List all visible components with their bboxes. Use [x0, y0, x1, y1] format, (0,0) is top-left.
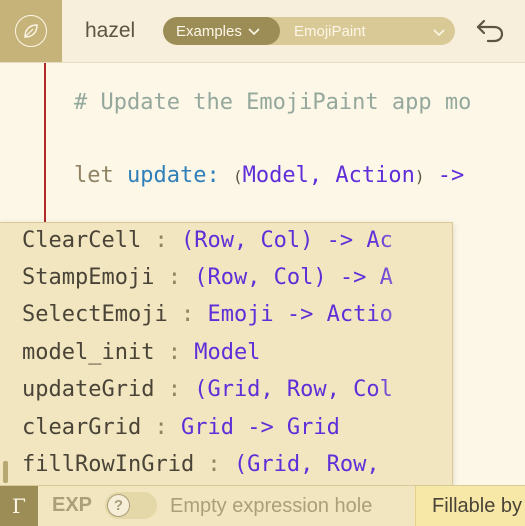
suggestion-colon: : [194, 451, 234, 477]
paren-open: ( [232, 167, 243, 186]
suggestion-type: (Row, Col) -> A [194, 264, 393, 290]
status-message: Empty expression hole [170, 495, 373, 517]
examples-button[interactable]: Examples [163, 17, 280, 45]
suggestion-name: updateGrid [22, 376, 155, 402]
suggestion-dropdown[interactable]: ClearCell : (Row, Col) -> Ac StampEmoji … [0, 222, 453, 486]
suggestion-type: Emoji -> Actio [207, 301, 393, 327]
paren-close: ) [414, 167, 425, 186]
suggestion-type: (Grid, Row, [233, 451, 380, 477]
type-arrow: -> [424, 163, 465, 188]
fillable-panel: Fillable by [415, 486, 525, 526]
suggestion-name: SelectEmoji [22, 301, 168, 327]
suggestion-colon: : [154, 264, 195, 290]
suggestion-type: Model [194, 339, 261, 365]
suggestion-name: fillRowInGrid [22, 451, 195, 477]
code-let-line: let update: (Model, Action) -> [74, 163, 464, 188]
suggestion-name: StampEmoji [22, 264, 155, 290]
fillable-label: Fillable by [432, 495, 523, 517]
chevron-down-icon [248, 23, 260, 40]
hazel-logo[interactable] [0, 0, 62, 62]
examples-label: Examples [176, 22, 242, 40]
suggestion-scrollbar[interactable] [3, 461, 8, 483]
help-toggle[interactable]: ? [105, 492, 157, 519]
suggestion-name: clearGrid [22, 414, 142, 440]
suggestion-colon: : [154, 376, 195, 402]
suggestion-type: (Row, Col) -> Ac [180, 227, 393, 253]
suggestion-type: (Grid, Row, Col [194, 376, 393, 402]
example-selector: Examples EmojiPaint [163, 17, 455, 45]
suggestion-type: Grid -> Grid [180, 414, 340, 440]
question-icon: ? [107, 494, 130, 517]
top-bar: hazel Examples EmojiPaint [0, 0, 525, 63]
suggestion-colon: : [141, 227, 181, 253]
example-dropdown[interactable]: EmojiPaint [294, 17, 366, 45]
suggestion-item[interactable]: fillRowInGrid : (Grid, Row, [22, 448, 380, 480]
suggestion-colon: : [154, 339, 195, 365]
suggestion-item[interactable]: ClearCell : (Row, Col) -> Ac [22, 224, 393, 256]
selected-example: EmojiPaint [294, 22, 366, 40]
suggestion-item[interactable]: clearGrid : Grid -> Grid [22, 411, 340, 443]
let-keyword: let [74, 163, 114, 188]
suggestion-item[interactable]: model_init : Model [22, 336, 260, 368]
suggestion-name: model_init [22, 339, 155, 365]
status-bar: Γ EXP ? Empty expression hole Fillable b… [0, 485, 525, 526]
binding-name: update [127, 163, 207, 188]
suggestion-item[interactable]: StampEmoji : (Row, Col) -> A [22, 261, 393, 293]
suggestion-colon: : [141, 414, 181, 440]
context-toggle-button[interactable]: Γ [0, 486, 38, 526]
undo-icon[interactable] [474, 17, 506, 45]
code-comment: # Update the EmojiPaint app mo [74, 90, 472, 115]
app-name: hazel [85, 19, 136, 42]
type-colon: : [206, 163, 220, 188]
type-args: Model, Action [242, 163, 415, 188]
suggestion-colon: : [167, 301, 208, 327]
sort-label: EXP [52, 494, 93, 516]
suggestion-item[interactable]: updateGrid : (Grid, Row, Col [22, 373, 393, 405]
suggestion-name: ClearCell [22, 227, 142, 253]
suggestion-item[interactable]: SelectEmoji : Emoji -> Actio [22, 298, 393, 330]
hazel-leaf-icon [15, 15, 47, 47]
chevron-down-icon[interactable] [433, 25, 445, 43]
